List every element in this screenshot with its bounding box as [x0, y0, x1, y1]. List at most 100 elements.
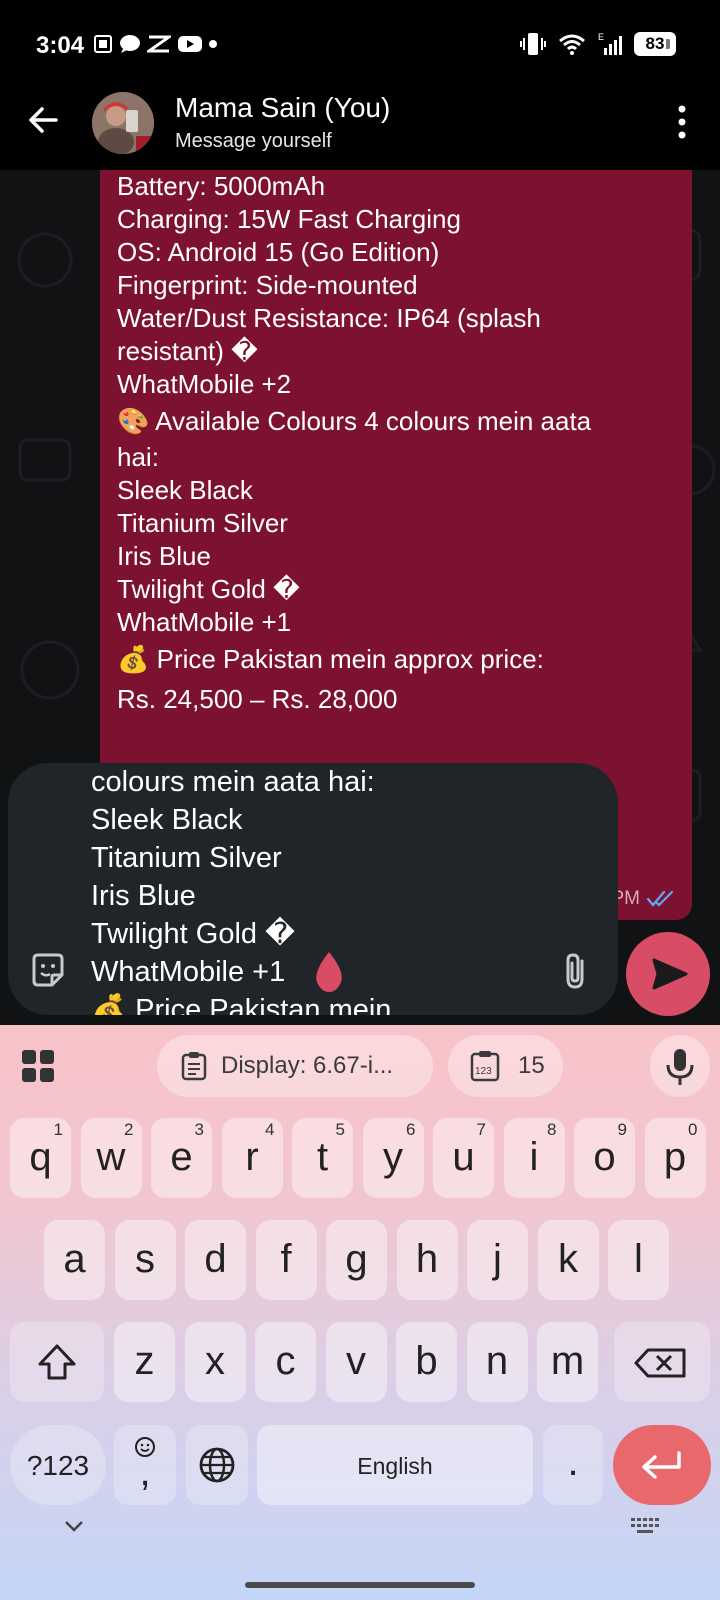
key-b[interactable]: b	[396, 1322, 457, 1402]
input-line: colours mein aata hai:	[91, 766, 375, 798]
microphone-icon	[666, 1049, 694, 1085]
key-label: c	[275, 1339, 296, 1383]
key-number-hint: 8	[547, 1120, 557, 1139]
message-line: Iris Blue	[117, 541, 211, 571]
clipboard-icon	[181, 1052, 207, 1081]
screenshot-icon	[94, 35, 112, 53]
more-options-icon[interactable]	[674, 104, 690, 140]
key-label: d	[204, 1237, 227, 1281]
wifi-icon	[559, 34, 585, 55]
message-line: WhatMobile +1	[117, 607, 292, 637]
attachment-icon[interactable]	[556, 951, 596, 991]
period-label: .	[567, 1440, 579, 1484]
message-text: Battery: 5000mAh Charging: 15W Fast Char…	[117, 170, 591, 719]
hide-keyboard-chevron-icon[interactable]	[62, 1518, 86, 1534]
capcut-icon	[147, 35, 171, 53]
key-label: z	[134, 1339, 155, 1383]
shift-key[interactable]	[10, 1322, 104, 1402]
profile-photo-icon	[92, 92, 154, 154]
message-line: Twilight Gold �	[117, 574, 300, 604]
signal-icon: E	[598, 32, 622, 55]
backspace-key[interactable]	[614, 1322, 710, 1402]
key-w[interactable]: w2	[80, 1118, 142, 1198]
key-a[interactable]: a	[44, 1220, 105, 1300]
voice-input-button[interactable]	[650, 1035, 710, 1097]
clipboard-suggestion[interactable]: Display: 6.67-i...	[157, 1035, 433, 1097]
shift-arrow-icon	[38, 1344, 76, 1380]
number-suggestion-label: 15	[518, 1052, 545, 1079]
key-u[interactable]: u7	[433, 1118, 494, 1198]
backspace-icon	[634, 1348, 686, 1378]
system-icons: E 83	[520, 32, 676, 56]
key-d[interactable]: d	[185, 1220, 246, 1300]
key-s[interactable]: s	[114, 1220, 176, 1300]
keyboard-switcher-icon[interactable]	[630, 1516, 660, 1536]
read-receipt-icon	[646, 890, 674, 907]
message-line: Water/Dust Resistance: IP64 (splash	[117, 303, 541, 333]
number-clipboard-suggestion[interactable]: 123 15	[448, 1035, 563, 1097]
message-line: hai:	[117, 442, 159, 472]
keyboard: Display: 6.67-i... 123 15 q1w2e3r4t5y6u7…	[0, 1025, 720, 1600]
contact-subtitle[interactable]: Message yourself	[175, 130, 332, 153]
key-i[interactable]: i8	[503, 1118, 565, 1198]
send-button[interactable]	[626, 932, 710, 1016]
message-line: Battery: 5000mAh	[117, 171, 326, 201]
text-cursor-handle[interactable]	[311, 950, 347, 994]
space-key-label: English	[357, 1453, 433, 1479]
key-k[interactable]: k	[537, 1220, 599, 1300]
back-arrow-icon[interactable]	[24, 100, 64, 140]
contact-name[interactable]: Mama Sain (You)	[175, 92, 390, 124]
key-z[interactable]: z	[114, 1322, 175, 1402]
message-line: 🎨 Available Colours 4 colours mein aata	[117, 406, 592, 436]
clipboard-suggestion-label: Display: 6.67-i...	[221, 1052, 394, 1079]
key-t[interactable]: t5	[292, 1118, 353, 1198]
message-line: Charging: 15W Fast Charging	[117, 204, 461, 234]
vibrate-icon	[520, 33, 546, 55]
key-number-hint: 5	[335, 1120, 345, 1139]
key-m[interactable]: m	[537, 1322, 598, 1402]
key-label: g	[345, 1237, 368, 1281]
status-bar: 3:04 E 83	[0, 0, 720, 90]
avatar[interactable]	[92, 92, 154, 154]
message-line: resistant) �	[117, 336, 258, 366]
message-composer[interactable]: colours mein aata hai: Sleek Black Titan…	[8, 763, 618, 1015]
suggestion-bar: Display: 6.67-i... 123 15	[0, 1025, 720, 1105]
key-label: h	[415, 1237, 439, 1281]
key-label: m	[550, 1339, 585, 1383]
apps-grid-icon[interactable]	[20, 1048, 56, 1084]
sticker-icon[interactable]	[28, 951, 68, 991]
key-l[interactable]: l	[608, 1220, 669, 1300]
message-line: OS: Android 15 (Go Edition)	[117, 237, 440, 267]
youtube-icon	[178, 36, 202, 52]
key-v[interactable]: v	[325, 1322, 387, 1402]
key-label: f	[280, 1237, 292, 1281]
key-number-hint: 6	[406, 1120, 416, 1139]
key-o[interactable]: o9	[574, 1118, 635, 1198]
key-e[interactable]: e3	[151, 1118, 212, 1198]
key-f[interactable]: f	[255, 1220, 317, 1300]
key-label: k	[558, 1237, 578, 1281]
numbers-clipboard-icon: 123	[470, 1051, 500, 1082]
key-h[interactable]: h	[396, 1220, 458, 1300]
key-label: v	[346, 1339, 366, 1383]
key-r[interactable]: r4	[221, 1118, 283, 1198]
key-label: b	[415, 1339, 438, 1383]
home-gesture-bar[interactable]	[245, 1582, 475, 1588]
key-number-hint: 1	[53, 1120, 63, 1139]
key-n[interactable]: n	[466, 1322, 528, 1402]
key-label: x	[205, 1339, 225, 1383]
key-q[interactable]: q1	[10, 1118, 71, 1198]
key-j[interactable]: j	[467, 1220, 528, 1300]
key-label: s	[135, 1237, 155, 1281]
key-number-hint: 9	[617, 1120, 627, 1139]
chat-bubble-icon	[120, 35, 140, 53]
key-y[interactable]: y6	[362, 1118, 424, 1198]
key-label: n	[485, 1339, 509, 1383]
message-line: Titanium Silver	[117, 508, 288, 538]
key-c[interactable]: c	[255, 1322, 316, 1402]
key-p[interactable]: p0	[644, 1118, 706, 1198]
key-g[interactable]: g	[326, 1220, 387, 1300]
input-line: 💰 Price Pakistan mein	[91, 994, 392, 1015]
input-line: Iris Blue	[91, 880, 196, 912]
key-x[interactable]: x	[184, 1322, 246, 1402]
